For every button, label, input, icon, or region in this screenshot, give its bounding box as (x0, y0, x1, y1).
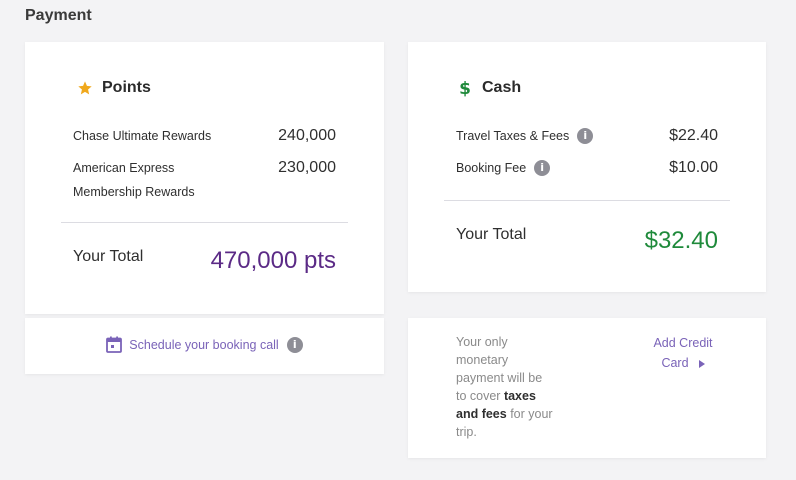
points-card: Points Chase Ultimate Rewards 240,000 Am… (25, 42, 384, 314)
cash-total-label: Your Total (456, 226, 527, 243)
add-credit-card-link[interactable]: Add Credit Card (648, 333, 718, 373)
points-heading: Points (76, 79, 151, 97)
cash-card: $ Cash Travel Taxes & Fees i $22.40 Book… (408, 42, 766, 292)
cash-heading-label: Cash (482, 79, 522, 96)
payment-note-text: Your only monetary payment will be to co… (456, 333, 556, 441)
calendar-icon (106, 336, 123, 353)
star-icon (76, 79, 94, 97)
points-line-label: Chase Ultimate Rewards (73, 129, 212, 143)
cash-line-label: Booking Fee i (456, 156, 551, 180)
page-title: Payment (25, 7, 92, 24)
schedule-label: Schedule your booking call (129, 337, 279, 352)
cash-total-value: $32.40 (644, 227, 718, 254)
cash-heading: $ Cash (456, 79, 521, 97)
add-card-label: Add Credit (653, 336, 713, 350)
schedule-booking-call-link[interactable]: Schedule your booking call i (25, 336, 384, 353)
cash-line-label: Travel Taxes & Fees i (456, 124, 594, 148)
cash-line-taxes: Travel Taxes & Fees i $22.40 (456, 124, 718, 148)
info-icon[interactable]: i (286, 336, 303, 353)
schedule-card: Schedule your booking call i (25, 318, 384, 374)
cash-line-label-text: Booking Fee (456, 161, 527, 175)
cash-line-booking-fee: Booking Fee i $10.00 (456, 156, 718, 180)
cash-line-label-text: Travel Taxes & Fees (456, 129, 570, 143)
points-line-label-continued: Membership Rewards (73, 185, 195, 199)
info-icon[interactable]: i (577, 128, 594, 144)
points-line-value: 230,000 (278, 159, 336, 176)
points-total-value: 470,000 pts (210, 247, 336, 274)
play-icon (698, 359, 705, 368)
points-heading-label: Points (102, 79, 151, 96)
points-line-amex: American Express Membership Rewards 230,… (73, 156, 336, 204)
points-line-value: 240,000 (278, 127, 336, 144)
add-card-label-continued: Card (661, 356, 689, 370)
points-line-label: American Express (73, 161, 175, 175)
dollar-icon: $ (456, 79, 474, 97)
points-line-chase: Chase Ultimate Rewards 240,000 (73, 124, 336, 148)
cash-line-value: $10.00 (669, 159, 718, 176)
info-icon[interactable]: i (534, 160, 551, 176)
divider (61, 222, 348, 223)
svg-text:$: $ (459, 79, 471, 97)
points-total-label: Your Total (73, 248, 144, 265)
payment-note-card: Your only monetary payment will be to co… (408, 318, 766, 458)
divider (444, 200, 730, 201)
cash-line-value: $22.40 (669, 127, 718, 144)
